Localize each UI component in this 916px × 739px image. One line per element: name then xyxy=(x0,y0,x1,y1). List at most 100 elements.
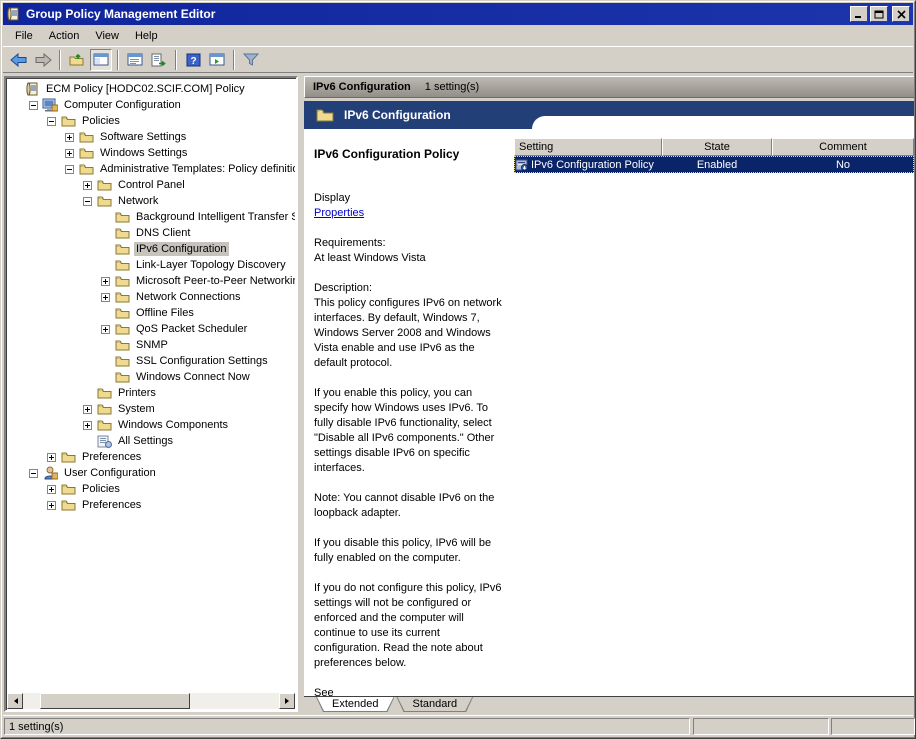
folder-icon xyxy=(316,108,334,122)
tree-item-system[interactable]: System xyxy=(7,401,295,417)
tree-item-qos-packet-scheduler[interactable]: QoS Packet Scheduler xyxy=(7,321,295,337)
expand-toggle[interactable] xyxy=(83,405,92,414)
expand-toggle[interactable] xyxy=(101,293,110,302)
status-text: 1 setting(s) xyxy=(4,718,690,735)
tree-item-windows-settings[interactable]: Windows Settings xyxy=(7,145,295,161)
tree-item-link-layer-topology-discovery[interactable]: Link-Layer Topology Discovery xyxy=(7,257,295,273)
folder-icon xyxy=(114,354,130,368)
expand-toggle[interactable] xyxy=(83,421,92,430)
tree-item-computer-configuration[interactable]: Computer Configuration xyxy=(7,97,295,113)
filter-icon xyxy=(243,53,259,67)
console-tree: ECM Policy [HODC02.SCIF.COM] PolicyCompu… xyxy=(7,79,295,693)
tree-item-label: Preferences xyxy=(80,450,143,464)
tree-item-ipv6-configuration[interactable]: IPv6 Configuration xyxy=(7,241,295,257)
tree-item-preferences[interactable]: Preferences xyxy=(7,497,295,513)
properties-link[interactable]: Properties xyxy=(314,207,364,219)
tree-item-all-settings[interactable]: All Settings xyxy=(7,433,295,449)
tree-item-snmp[interactable]: SNMP xyxy=(7,337,295,353)
folder-icon xyxy=(114,322,130,336)
scroll-left-button[interactable] xyxy=(7,693,23,709)
tree-item-policies[interactable]: Policies xyxy=(7,481,295,497)
maximize-button[interactable] xyxy=(870,6,888,22)
expand-toggle[interactable] xyxy=(47,485,56,494)
properties-button[interactable] xyxy=(124,49,146,71)
minimize-button[interactable] xyxy=(850,6,868,22)
tree-item-network[interactable]: Network xyxy=(7,193,295,209)
tab-extended[interactable]: Extended xyxy=(316,697,394,712)
forward-arrow-button[interactable] xyxy=(32,49,54,71)
requirements-text: Requirements: At least Windows Vista xyxy=(314,236,506,266)
collapse-toggle[interactable] xyxy=(65,165,74,174)
settings-list: SettingStateComment IPv6 Configuration P… xyxy=(514,138,914,696)
expand-toggle[interactable] xyxy=(65,149,74,158)
tree-item-label: Control Panel xyxy=(116,178,187,192)
tree-item-windows-connect-now[interactable]: Windows Connect Now xyxy=(7,369,295,385)
collapse-toggle[interactable] xyxy=(47,117,56,126)
menu-view[interactable]: View xyxy=(87,27,127,45)
folder-icon xyxy=(114,226,130,240)
up-one-level-button[interactable] xyxy=(66,49,88,71)
menu-action[interactable]: Action xyxy=(41,27,88,45)
tree-item-administrative-templates-policy-definitions[interactable]: Administrative Templates: Policy definit… xyxy=(7,161,295,177)
column-header-setting[interactable]: Setting xyxy=(514,138,662,156)
menu-file[interactable]: File xyxy=(7,27,41,45)
folder-icon xyxy=(114,258,130,272)
folder-icon xyxy=(60,114,76,128)
tree-item-ssl-configuration-settings[interactable]: SSL Configuration Settings xyxy=(7,353,295,369)
tree-item-label: DNS Client xyxy=(134,226,192,240)
tree-item-label: User Configuration xyxy=(62,466,158,480)
group-policy-management-editor-window: Group Policy Management Editor FileActio… xyxy=(0,0,916,739)
expand-toggle[interactable] xyxy=(47,501,56,510)
tree-item-software-settings[interactable]: Software Settings xyxy=(7,129,295,145)
policy-title: IPv6 Configuration Policy xyxy=(314,147,506,162)
menu-help[interactable]: Help xyxy=(127,27,166,45)
collapse-toggle[interactable] xyxy=(29,469,38,478)
column-header-comment[interactable]: Comment xyxy=(772,138,914,156)
tree-item-user-configuration[interactable]: User Configuration xyxy=(7,465,295,481)
description-paragraph: If you do not configure this policy, IPv… xyxy=(314,581,506,671)
show-window-button[interactable] xyxy=(206,49,228,71)
back-arrow-button[interactable] xyxy=(8,49,30,71)
tab-standard[interactable]: Standard xyxy=(396,697,473,712)
forward-arrow-icon xyxy=(34,53,52,67)
expand-toggle[interactable] xyxy=(65,133,74,142)
tree-item-offline-files[interactable]: Offline Files xyxy=(7,305,295,321)
show-console-tree-button[interactable] xyxy=(90,49,112,71)
expand-toggle[interactable] xyxy=(101,325,110,334)
title-bar[interactable]: Group Policy Management Editor xyxy=(3,3,913,25)
tree-item-label: Network Connections xyxy=(134,290,243,304)
tree-item-policies[interactable]: Policies xyxy=(7,113,295,129)
filter-button[interactable] xyxy=(240,49,262,71)
right-arrow-icon xyxy=(285,698,292,704)
tree-item-ecm-policy-hodc02-scif-com-policy[interactable]: ECM Policy [HODC02.SCIF.COM] Policy xyxy=(7,81,295,97)
status-panel-2 xyxy=(693,718,829,735)
expand-toggle[interactable] xyxy=(83,181,92,190)
tree-item-printers[interactable]: Printers xyxy=(7,385,295,401)
column-header-state[interactable]: State xyxy=(662,138,772,156)
tree-item-preferences[interactable]: Preferences xyxy=(7,449,295,465)
expand-toggle[interactable] xyxy=(47,453,56,462)
collapse-toggle[interactable] xyxy=(29,101,38,110)
tree-item-label: QoS Packet Scheduler xyxy=(134,322,249,336)
close-button[interactable] xyxy=(892,6,910,22)
folder-icon xyxy=(114,370,130,384)
collapse-toggle[interactable] xyxy=(83,197,92,206)
scroll-right-button[interactable] xyxy=(279,693,295,709)
export-list-button[interactable] xyxy=(148,49,170,71)
policy-description-panel: IPv6 Configuration Policy Display Proper… xyxy=(304,129,514,696)
scrollbar-track[interactable] xyxy=(23,693,279,709)
tree-item-background-intelligent-transfer-serv[interactable]: Background Intelligent Transfer Serv xyxy=(7,209,295,225)
setting-row[interactable]: IPv6 Configuration PolicyEnabledNo xyxy=(514,156,914,173)
tree-item-microsoft-peer-to-peer-networking-s[interactable]: Microsoft Peer-to-Peer Networking S xyxy=(7,273,295,289)
tree-horizontal-scrollbar[interactable] xyxy=(7,693,295,709)
folder-icon xyxy=(114,242,130,256)
help-button[interactable]: ? xyxy=(182,49,204,71)
tree-item-network-connections[interactable]: Network Connections xyxy=(7,289,295,305)
tree-item-windows-components[interactable]: Windows Components xyxy=(7,417,295,433)
scrollbar-thumb[interactable] xyxy=(40,693,190,709)
results-info-bar: IPv6 Configuration 1 setting(s) xyxy=(304,76,914,98)
expand-toggle[interactable] xyxy=(101,277,110,286)
tree-item-control-panel[interactable]: Control Panel xyxy=(7,177,295,193)
tree-item-dns-client[interactable]: DNS Client xyxy=(7,225,295,241)
folder-icon xyxy=(96,418,112,432)
